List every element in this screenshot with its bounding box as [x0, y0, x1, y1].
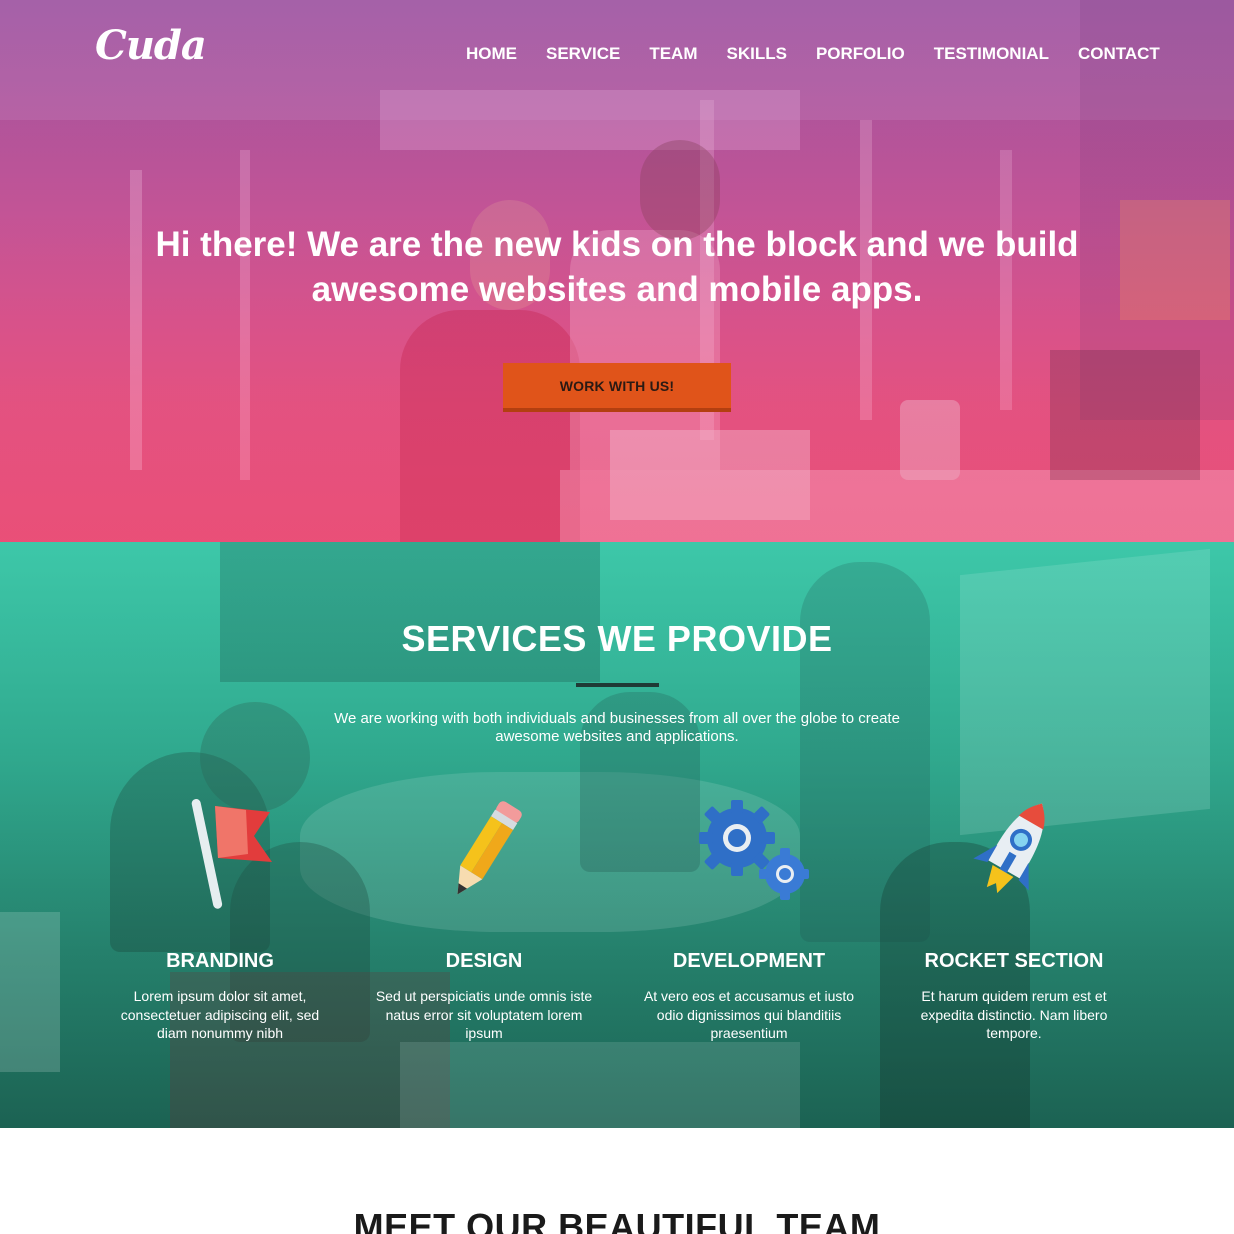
services-subtitle: We are working with both individuals and…	[334, 710, 900, 745]
service-card-rocket: ROCKET SECTION Et harum quidem rerum est…	[899, 792, 1129, 1043]
nav-item-portfolio[interactable]: PORFOLIO	[816, 44, 905, 64]
main-nav: HOME SERVICE TEAM SKILLS PORFOLIO TESTIM…	[466, 44, 1160, 64]
rocket-icon	[973, 803, 1045, 894]
nav-item-team[interactable]: TEAM	[649, 44, 697, 64]
service-description: Et harum quidem rerum est et expedita di…	[920, 988, 1108, 1041]
nav-item-testimonial[interactable]: TESTIMONIAL	[934, 44, 1049, 64]
flag-icon	[191, 798, 272, 909]
service-card-design: DESIGN Sed ut perspiciatis unde omnis is…	[369, 792, 599, 1043]
service-card-development: DEVELOPMENT At vero eos et accusamus et …	[634, 792, 864, 1043]
pencil-icon	[457, 801, 522, 895]
brand-logo[interactable]: Cuda	[95, 22, 207, 69]
work-with-us-button[interactable]: WORK WITH US!	[503, 363, 731, 412]
heading-divider	[576, 683, 659, 687]
team-section: MEET OUR BEAUTIFUL TEAM	[0, 1128, 1234, 1234]
nav-item-service[interactable]: SERVICE	[546, 44, 620, 64]
services-heading: SERVICES WE PROVIDE	[401, 618, 833, 659]
service-card-branding: BRANDING Lorem ipsum dolor sit amet, con…	[105, 792, 335, 1043]
team-heading: MEET OUR BEAUTIFUL TEAM	[353, 1206, 881, 1234]
service-description: At vero eos et accusamus et iusto odio d…	[643, 988, 855, 1041]
gears-icon	[699, 800, 809, 900]
nav-item-home[interactable]: HOME	[466, 44, 517, 64]
hero-headline: Hi there! We are the new kids on the blo…	[155, 225, 1079, 309]
service-title: ROCKET SECTION	[924, 950, 1104, 972]
service-title: BRANDING	[166, 950, 274, 972]
nav-item-contact[interactable]: CONTACT	[1078, 44, 1160, 64]
hero-section: Cuda HOME SERVICE TEAM SKILLS PORFOLIO T…	[0, 0, 1234, 542]
services-section: SERVICES WE PROVIDE We are working with …	[0, 542, 1234, 1128]
service-description: Lorem ipsum dolor sit amet, consectetuer…	[120, 988, 320, 1041]
service-description: Sed ut perspiciatis unde omnis iste natu…	[375, 988, 593, 1041]
service-title: DESIGN	[445, 950, 523, 972]
service-title: DEVELOPMENT	[672, 950, 826, 972]
nav-item-skills[interactable]: SKILLS	[727, 44, 787, 64]
